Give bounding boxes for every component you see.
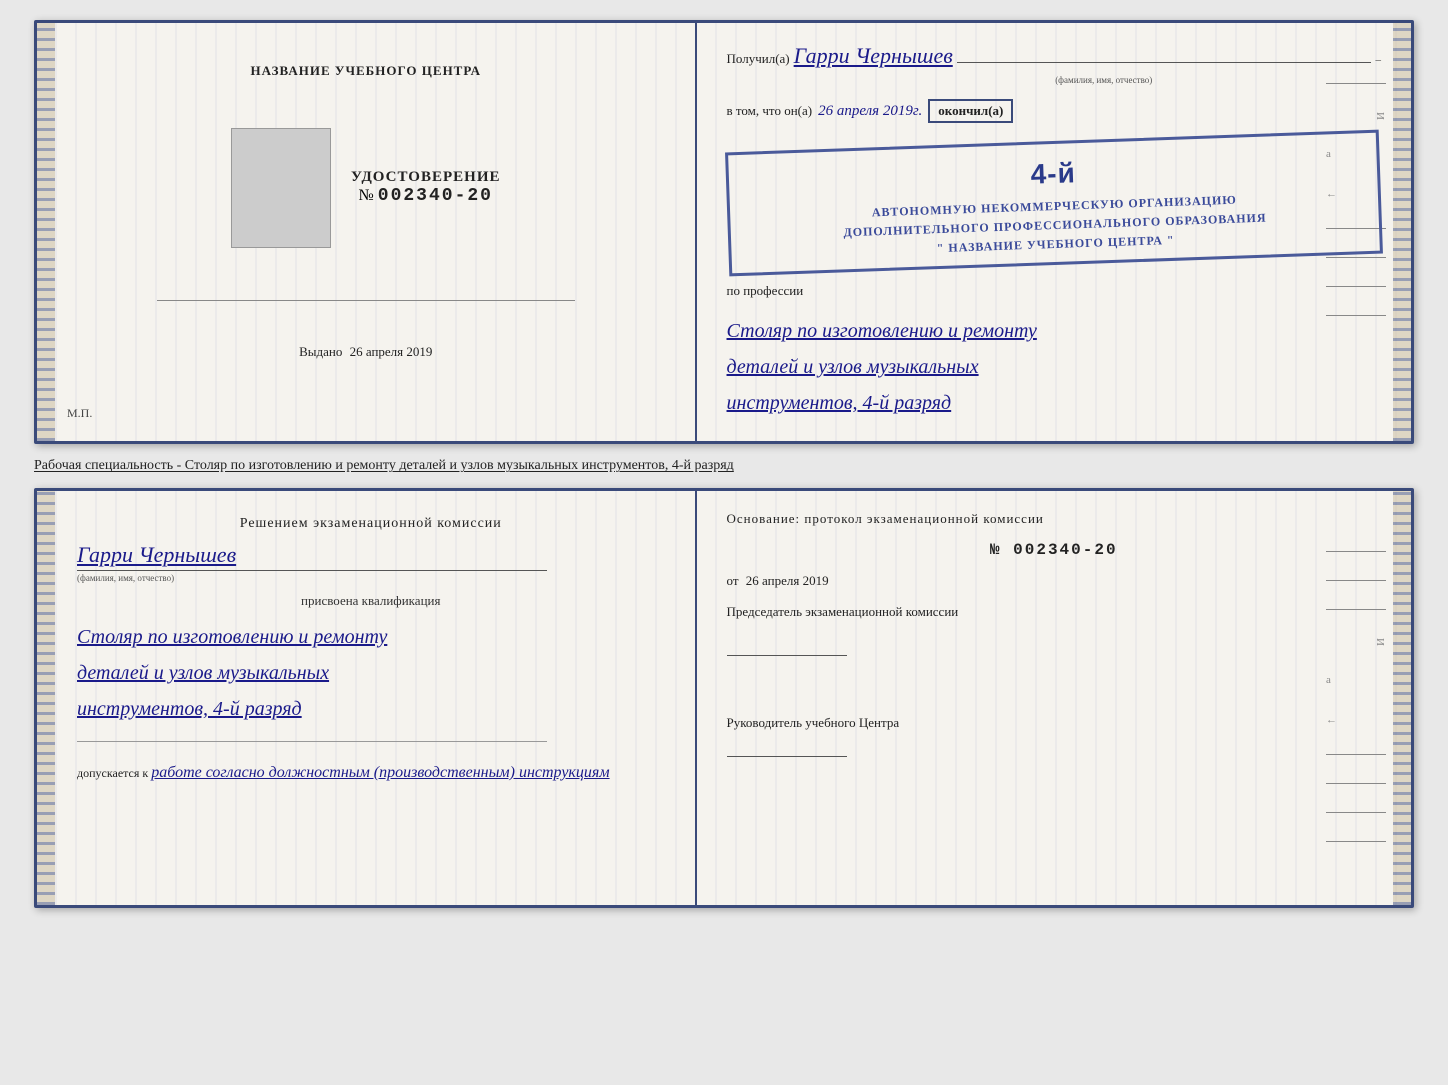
recipient-name: Гарри Чернышев — [794, 43, 953, 69]
bottom-fio-label: (фамилия, имя, отчество) — [77, 573, 174, 583]
rukovoditel-label: Руководитель учебного Центра — [727, 714, 1381, 732]
photo-placeholder — [231, 128, 331, 248]
profession-line2: деталей и узлов музыкальных — [727, 349, 1381, 385]
vydano-date: 26 апреля 2019 — [350, 344, 433, 359]
udostoverenie-number: 002340-20 — [378, 186, 493, 206]
bottom-number: 002340-20 — [1013, 541, 1117, 559]
poluchil-prefix: Получил(а) — [727, 51, 790, 67]
diploma-document: НАЗВАНИЕ УЧЕБНОГО ЦЕНТРА УДОСТОВЕРЕНИЕ №… — [34, 20, 1414, 444]
ot-line: от 26 апреля 2019 — [727, 573, 1381, 589]
vtom-prefix: в том, что он(а) — [727, 103, 813, 119]
bottom-left-panel: Решением экзаменационной комиссии Гарри … — [37, 491, 697, 905]
osnovanie-label: Основание: протокол экзаменационной коми… — [727, 511, 1381, 527]
qual-line2: деталей и узлов музыкальных — [77, 655, 665, 691]
okonchil-box: окончил(а) — [928, 99, 1013, 123]
bottom-date: 26 апреля 2019 — [746, 573, 829, 588]
po-professii-label: по профессии — [727, 283, 1381, 299]
resheniem-text: Решением экзаменационной комиссии — [77, 516, 665, 532]
bottom-number-prefix: № — [990, 541, 1002, 559]
diploma-left-panel: НАЗВАНИЕ УЧЕБНОГО ЦЕНТРА УДОСТОВЕРЕНИЕ №… — [37, 23, 697, 441]
ot-prefix: от — [727, 573, 739, 588]
bottom-document: Решением экзаменационной комиссии Гарри … — [34, 488, 1414, 908]
date-inline: 26 апреля 2019г. — [818, 103, 922, 120]
mp-block: М.П. — [67, 406, 92, 421]
description-line: Рабочая специальность - Столяр по изгото… — [34, 456, 1414, 476]
vtom-line: в том, что он(а) 26 апреля 2019г. окончи… — [727, 99, 1381, 123]
udostoverenie-block: УДОСТОВЕРЕНИЕ № 002340-20 — [351, 169, 501, 206]
stamp-block: 4-й АВТОНОМНУЮ НЕКОММЕРЧЕСКУЮ ОРГАНИЗАЦИ… — [725, 130, 1383, 277]
bottom-name-block: Гарри Чернышев (фамилия, имя, отчество) — [77, 542, 665, 583]
profession-line1: Столяр по изготовлению и ремонту — [727, 313, 1381, 349]
dopuskaetsya-prefix: допускается к — [77, 766, 148, 780]
number-prefix: № — [359, 187, 374, 204]
vydano-block: Выдано 26 апреля 2019 — [299, 344, 432, 360]
predsedatel-label: Председатель экзаменационной комиссии — [727, 603, 1381, 621]
bottom-recipient-name: Гарри Чернышев — [77, 542, 236, 568]
qual-line1: Столяр по изготовлению и ремонту — [77, 619, 665, 655]
profession-block: Столяр по изготовлению и ремонту деталей… — [727, 313, 1381, 421]
profession-line3: инструментов, 4-й разряд — [727, 385, 1381, 421]
diploma-right-panel: И а ← Получил(а) Гарри Чернышев – (фамил… — [697, 23, 1411, 441]
work-text: работе согласно должностным (производств… — [151, 764, 609, 781]
udostoverenie-label: УДОСТОВЕРЕНИЕ — [351, 169, 501, 186]
vydano-label: Выдано — [299, 344, 342, 359]
bottom-qualification-block: Столяр по изготовлению и ремонту деталей… — [77, 619, 665, 727]
bottom-number-block: № 002340-20 — [727, 541, 1381, 559]
fio-sublabel: (фамилия, имя, отчество) — [727, 75, 1381, 85]
qual-line3: инструментов, 4-й разряд — [77, 691, 665, 727]
dopuskaetsya-block: допускается к работе согласно должностны… — [77, 764, 665, 782]
bottom-right-decoration: И а ← — [1326, 551, 1386, 842]
prisvoena-label: присвоена квалификация — [77, 593, 665, 609]
poluchil-line: Получил(а) Гарри Чернышев – — [727, 43, 1381, 69]
diploma-center-title: НАЗВАНИЕ УЧЕБНОГО ЦЕНТРА — [250, 63, 481, 79]
bottom-right-panel: И а ← Основание: протокол экзаменационно… — [697, 491, 1411, 905]
